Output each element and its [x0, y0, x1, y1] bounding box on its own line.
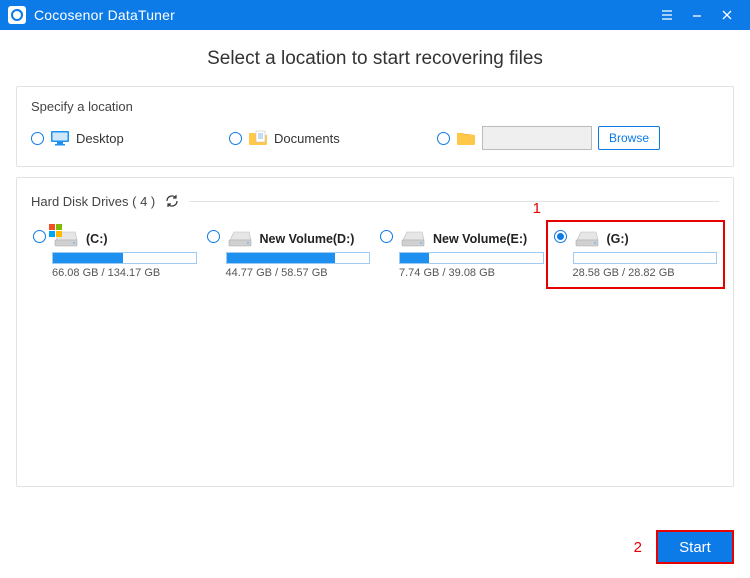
app-logo	[8, 6, 26, 24]
drive-size: 44.77 GB / 58.57 GB	[226, 267, 371, 279]
drive-icon	[226, 230, 254, 248]
location-desktop[interactable]: Desktop	[31, 129, 221, 147]
folder-icon	[456, 130, 476, 146]
radio-drive[interactable]	[380, 230, 393, 243]
drive-item[interactable]: (G:) 28.58 GB / 28.82 GB	[552, 226, 720, 283]
menu-button[interactable]	[652, 0, 682, 30]
drive-name: (C:)	[86, 232, 108, 246]
radio-desktop[interactable]	[31, 132, 44, 145]
drive-item[interactable]: (C:) 66.08 GB / 134.17 GB	[31, 226, 199, 283]
usage-bar	[226, 252, 371, 264]
location-panel-title: Specify a location	[31, 99, 719, 114]
location-custom[interactable]: Browse	[437, 126, 660, 150]
divider	[189, 201, 719, 202]
documents-icon	[248, 129, 268, 147]
location-panel: Specify a location Desktop	[16, 86, 734, 167]
radio-drive[interactable]	[33, 230, 46, 243]
drive-name: New Volume(E:)	[433, 232, 527, 246]
usage-bar	[399, 252, 544, 264]
radio-drive[interactable]	[207, 230, 220, 243]
annotation-1: 1	[533, 200, 541, 217]
footer: 2 Start	[634, 530, 734, 564]
drive-size: 28.58 GB / 28.82 GB	[573, 267, 718, 279]
radio-documents[interactable]	[229, 132, 242, 145]
titlebar: Cocosenor DataTuner	[0, 0, 750, 30]
location-documents[interactable]: Documents	[229, 129, 429, 147]
drives-panel-title: Hard Disk Drives ( 4 )	[31, 194, 155, 209]
start-button[interactable]: Start	[656, 530, 734, 564]
usage-bar	[573, 252, 718, 264]
usage-bar	[52, 252, 197, 264]
minimize-button[interactable]	[682, 0, 712, 30]
close-button[interactable]	[712, 0, 742, 30]
drive-item[interactable]: New Volume(E:) 7.74 GB / 39.08 GB	[378, 226, 546, 283]
drive-name: (G:)	[607, 232, 629, 246]
drive-size: 66.08 GB / 134.17 GB	[52, 267, 197, 279]
drive-icon	[573, 230, 601, 248]
drive-item[interactable]: New Volume(D:) 44.77 GB / 58.57 GB	[205, 226, 373, 283]
radio-drive[interactable]	[554, 230, 567, 243]
annotation-2: 2	[634, 539, 642, 556]
app-title: Cocosenor DataTuner	[34, 7, 175, 23]
location-documents-label: Documents	[274, 131, 340, 146]
refresh-icon[interactable]	[163, 192, 181, 210]
location-desktop-label: Desktop	[76, 131, 124, 146]
browse-button[interactable]: Browse	[598, 126, 660, 150]
drives-panel: Hard Disk Drives ( 4 ) (C:) 66.08 GB / 1…	[16, 177, 734, 487]
custom-path-input[interactable]	[482, 126, 592, 150]
drive-name: New Volume(D:)	[260, 232, 355, 246]
drive-size: 7.74 GB / 39.08 GB	[399, 267, 544, 279]
page-heading: Select a location to start recovering fi…	[0, 30, 750, 86]
desktop-icon	[50, 129, 70, 147]
radio-custom[interactable]	[437, 132, 450, 145]
drive-icon	[399, 230, 427, 248]
windows-icon	[49, 224, 63, 241]
